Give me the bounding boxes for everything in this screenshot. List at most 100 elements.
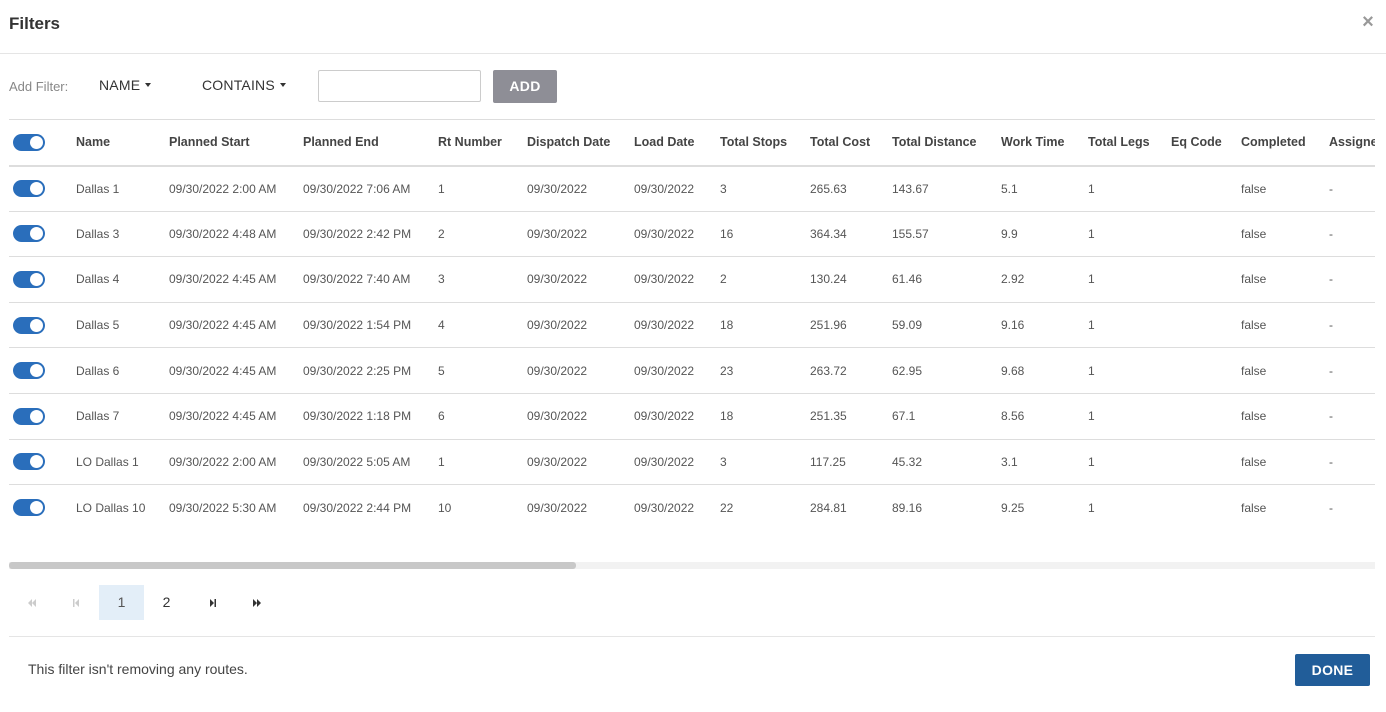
row-include-toggle[interactable] [13,362,45,380]
row-toggle-cell [9,393,76,440]
table-row[interactable]: Dallas 6 09/30/2022 4:45 AM 09/30/2022 2:2… [9,347,1375,394]
table-row[interactable]: LO Dallas 10 09/30/2022 5:30 AM 09/30/2022… [9,485,1375,531]
close-icon[interactable]: × [1360,12,1376,32]
table-cell: - [1329,393,1375,440]
column-header[interactable]: Rt Number [438,119,527,167]
page-1-button[interactable]: 1 [99,585,144,620]
table-cell: 62.95 [892,347,1001,394]
add-filter-label: Add Filter: [9,79,69,94]
column-header[interactable]: Planned End [303,119,438,167]
table-cell: false [1241,500,1267,515]
column-header[interactable]: Work Time [1001,119,1088,167]
column-header[interactable]: Name [76,119,169,167]
toggle-knob [30,135,43,149]
filters-modal: Filters × Add Filter: NAME CONTAINS ADD [0,0,1386,712]
table-cell: 9.16 [1001,302,1088,349]
table-cell: 09/30/2022 [634,347,720,394]
first-page-button[interactable] [9,585,54,620]
toggle-knob [30,364,43,378]
table-cell: 18 [720,393,810,440]
routes-table-container: Name Planned Start Planned End Rt Number… [9,119,1375,531]
table-cell: 2 [438,211,527,258]
column-header[interactable]: Total Cost [810,119,892,167]
table-cell: 09/30/2022 4:45 AM [169,302,303,349]
table-cell: 09/30/2022 [634,256,720,303]
table-cell: 09/30/2022 4:45 AM [169,347,303,394]
column-header[interactable]: Dispatch Date [527,119,634,167]
column-header[interactable]: Planned Start [169,119,303,167]
table-row[interactable]: Dallas 1 09/30/2022 2:00 AM 09/30/2022 7:0… [9,165,1375,212]
select-all-toggle[interactable] [13,133,45,151]
table-cell: 5 [438,347,527,394]
table-cell: 18 [720,302,810,349]
table-cell [1171,165,1241,212]
add-filter-button[interactable]: ADD [493,70,557,103]
table-cell: Dallas 5 [76,302,169,349]
scrollbar-thumb[interactable] [9,562,576,569]
table-row[interactable]: Dallas 3 09/30/2022 4:48 AM 09/30/2022 2:4… [9,211,1375,258]
table-cell: 09/30/2022 2:00 AM [169,439,303,486]
row-include-toggle[interactable] [13,407,45,425]
column-header[interactable]: Total Stops [720,119,810,167]
table-cell: Dallas 7 [76,393,169,440]
filter-status-message: This filter isn't removing any routes. [28,661,248,677]
table-cell: 1 [1088,211,1171,258]
table-cell: 67.1 [892,393,1001,440]
caret-down-icon [145,83,152,88]
prev-page-icon [72,599,79,608]
column-header[interactable]: Eq Code [1171,119,1241,167]
table-row[interactable]: Dallas 5 09/30/2022 4:45 AM 09/30/2022 1:5… [9,302,1375,349]
table-cell: 8.56 [1001,393,1088,440]
row-toggle-cell [9,302,76,349]
table-cell [1171,393,1241,440]
table-cell: 143.67 [892,165,1001,212]
prev-page-button[interactable] [54,585,99,620]
done-button[interactable]: DONE [1295,654,1370,686]
table-cell: 1 [1088,500,1095,515]
row-include-toggle[interactable] [13,316,45,334]
column-header[interactable]: Total Legs [1088,119,1171,167]
table-cell: 09/30/2022 4:45 AM [169,393,303,440]
row-include-toggle[interactable] [13,225,45,243]
next-page-button[interactable] [189,585,234,620]
table-cell: 09/30/2022 2:44 PM [303,500,412,515]
table-cell: 251.35 [810,393,892,440]
column-header[interactable]: Completed [1241,119,1329,167]
page-2-button[interactable]: 2 [144,585,189,620]
column-header[interactable]: Assigned [1329,119,1375,167]
last-page-button[interactable] [234,585,279,620]
toggle-knob [30,318,43,332]
row-include-toggle[interactable] [13,180,45,198]
table-cell: - [1329,211,1375,258]
table-cell: false [1241,347,1329,394]
table-cell: 3 [720,439,810,486]
table-cell: 09/30/2022 1:54 PM [303,302,438,349]
row-include-toggle[interactable] [13,499,45,517]
horizontal-scrollbar[interactable] [9,562,1375,569]
table-cell [1171,302,1241,349]
column-header[interactable]: Load Date [634,119,720,167]
row-include-toggle[interactable] [13,453,45,471]
table-row[interactable]: LO Dallas 1 09/30/2022 2:00 AM 09/30/2022 … [9,439,1375,486]
table-cell: 09/30/2022 [634,211,720,258]
column-header[interactable]: Total Distance [892,119,1001,167]
table-row[interactable]: Dallas 4 09/30/2022 4:45 AM 09/30/2022 7:4… [9,256,1375,303]
field-dropdown[interactable]: NAME [99,77,152,93]
table-cell: - [1329,302,1375,349]
table-cell: 09/30/2022 [634,302,720,349]
table-cell [1171,485,1241,531]
first-page-icon [27,599,36,608]
operator-dropdown[interactable]: CONTAINS [202,77,286,93]
filter-value-input[interactable] [318,70,481,102]
table-row[interactable]: Dallas 7 09/30/2022 4:45 AM 09/30/2022 1:1… [9,393,1375,440]
table-cell: 9.9 [1001,211,1088,258]
table-cell: 09/30/2022 2:00 AM [169,165,303,212]
row-include-toggle[interactable] [13,270,45,288]
table-cell: 09/30/2022 [527,439,634,486]
field-dropdown-label: NAME [99,77,141,93]
table-cell: 10 [438,500,452,515]
table-cell: 3 [720,165,810,212]
toggle-knob [30,455,43,469]
table-cell: 2.92 [1001,256,1088,303]
table-cell: 3 [438,256,527,303]
